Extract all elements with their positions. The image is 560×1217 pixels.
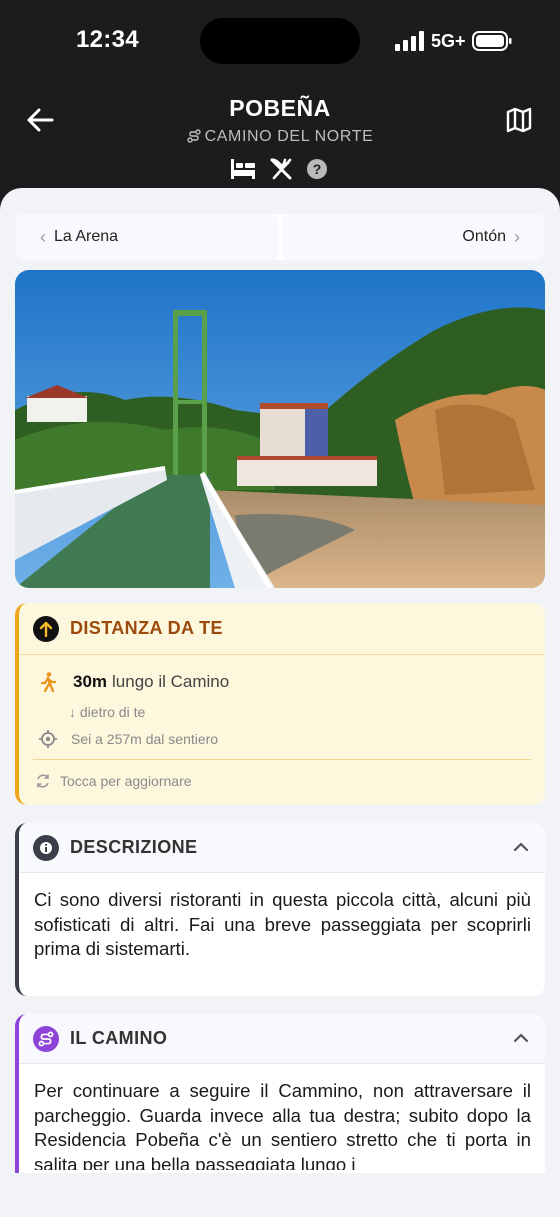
previous-stop-button[interactable]: ‹ La Arena xyxy=(16,214,279,260)
status-bar: 12:34 5G+ xyxy=(0,0,560,84)
amenity-icons: ? xyxy=(230,156,340,182)
target-icon xyxy=(39,730,57,748)
content-sheet: ‹ La Arena Ontón › DISTANZA DA TE 30m lu… xyxy=(0,188,560,1217)
trail-distance-row: Sei a 257m dal sentiero xyxy=(39,730,218,748)
distance-along-row: 30m lungo il Camino xyxy=(39,672,229,692)
restaurant-icon[interactable] xyxy=(269,157,293,181)
refresh-icon xyxy=(37,774,49,788)
chevron-up-icon[interactable] xyxy=(511,837,531,857)
distance-card-header: DISTANZA DA TE xyxy=(19,603,545,655)
distance-card[interactable]: DISTANZA DA TE 30m lungo il Camino ↓ die… xyxy=(15,603,545,805)
status-time: 12:34 xyxy=(76,26,139,53)
map-icon[interactable] xyxy=(503,104,535,136)
distance-suffix: lungo il Camino xyxy=(112,672,230,691)
next-stop-button[interactable]: Ontón › xyxy=(281,214,544,260)
location-photo[interactable] xyxy=(15,270,545,588)
chevron-left-icon: ‹ xyxy=(40,226,46,247)
info-icon xyxy=(33,834,59,861)
help-icon[interactable]: ? xyxy=(306,158,328,180)
divider xyxy=(33,759,531,760)
direction-text: ↓ dietro di te xyxy=(69,704,146,720)
battery-icon xyxy=(472,31,512,51)
dynamic-island xyxy=(200,18,360,64)
route-name: CAMINO DEL NORTE xyxy=(204,128,374,145)
description-card-title: DESCRIZIONE xyxy=(70,837,198,857)
network-label: 5G+ xyxy=(431,31,466,51)
chevron-right-icon: › xyxy=(514,226,520,247)
route-icon xyxy=(33,1025,59,1052)
previous-stop-label: La Arena xyxy=(54,228,119,245)
camino-text: Per continuare a seguire il Cammino, non… xyxy=(34,1080,531,1170)
arrow-up-icon xyxy=(33,615,59,642)
bottom-fade xyxy=(0,1173,560,1217)
camino-card-title: IL CAMINO xyxy=(70,1028,168,1048)
svg-text:?: ? xyxy=(313,161,322,177)
header: POBEÑA CAMINO DEL NORTE ? xyxy=(0,84,560,194)
page-title: POBEÑA xyxy=(229,95,331,121)
chevron-up-icon[interactable] xyxy=(511,1028,531,1048)
trail-distance-text: Sei a 257m dal sentiero xyxy=(71,731,219,747)
bed-icon[interactable] xyxy=(230,157,256,181)
refresh-row[interactable]: Tocca per aggiornare xyxy=(35,773,192,789)
description-text: Ci sono diversi ristoranti in questa pic… xyxy=(34,889,531,959)
description-card: DESCRIZIONE Ci sono diversi ristoranti i… xyxy=(15,823,545,996)
camino-card: IL CAMINO Per continuare a seguire il Ca… xyxy=(15,1014,545,1194)
camino-card-header[interactable]: IL CAMINO xyxy=(19,1014,545,1064)
refresh-label: Tocca per aggiornare xyxy=(60,773,192,789)
stage-navigation: ‹ La Arena Ontón › xyxy=(16,214,544,260)
distance-value: 30m xyxy=(73,672,108,691)
route-subtitle: CAMINO DEL NORTE xyxy=(0,128,560,146)
description-card-header[interactable]: DESCRIZIONE xyxy=(19,823,545,873)
next-stop-label: Ontón xyxy=(462,228,506,245)
signal-icon xyxy=(395,31,424,51)
route-icon xyxy=(186,129,201,143)
walking-icon xyxy=(40,672,57,692)
distance-card-title: DISTANZA DA TE xyxy=(70,618,223,638)
